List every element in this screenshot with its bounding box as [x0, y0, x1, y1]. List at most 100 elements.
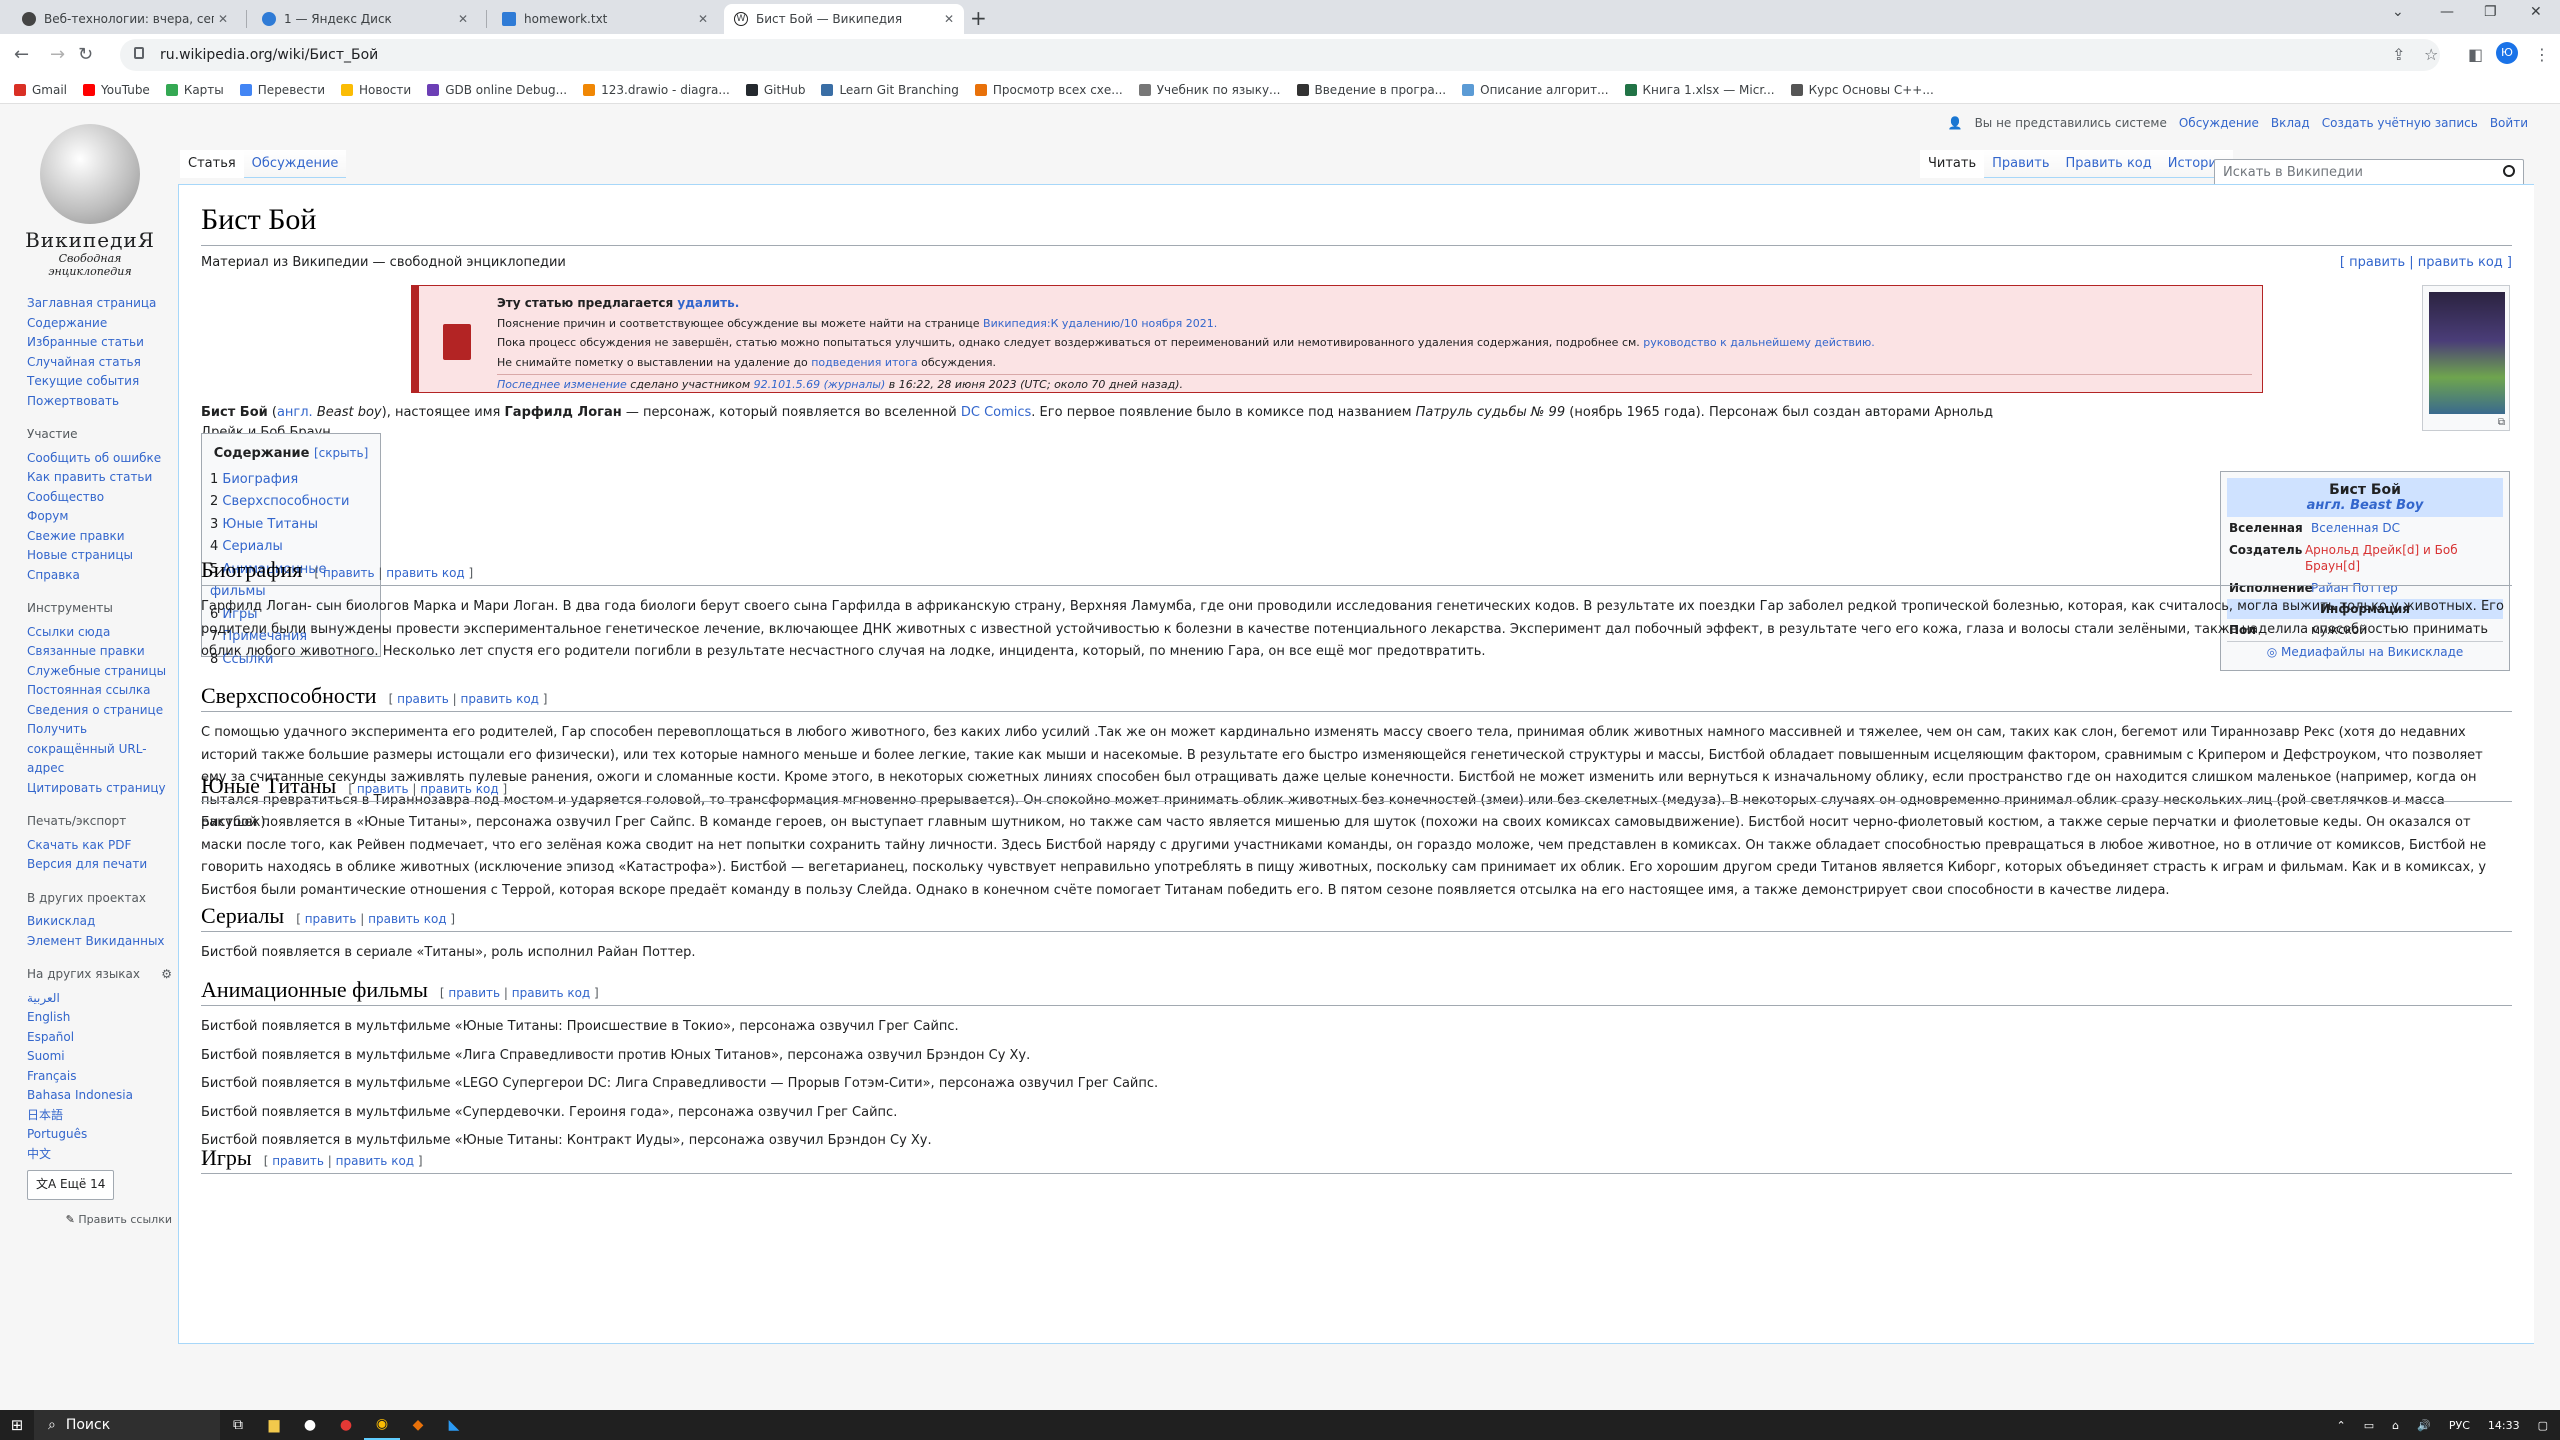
tab-edit[interactable]: Править — [1984, 150, 2058, 178]
bookmark-item[interactable]: GitHub — [745, 83, 805, 97]
reload-icon[interactable]: ↻ — [78, 44, 93, 65]
section-edit-link[interactable]: править — [323, 566, 375, 580]
bookmark-star-icon[interactable]: ☆ — [2424, 45, 2438, 64]
minimize-icon[interactable]: — — [2440, 4, 2454, 20]
toc-item[interactable]: 4 Сериалы — [210, 536, 372, 559]
delete-link[interactable]: удалить. — [677, 296, 739, 310]
browser-tab-active[interactable]: W Бист Бой — Википедия ✕ — [724, 4, 964, 34]
browser-tab[interactable]: 1 — Яндекс Диск ✕ — [252, 4, 478, 34]
sidebar-language-link[interactable]: 日本語 — [27, 1106, 172, 1126]
network-icon[interactable]: ⌂ — [2392, 1419, 2399, 1432]
sidebar-nav-link[interactable]: Заглавная страница — [27, 294, 172, 314]
edit-interlanguage-links[interactable]: Править ссылки — [78, 1213, 172, 1226]
sidebar-project-link[interactable]: Викисклад — [27, 912, 172, 932]
input-language[interactable]: РУС — [2449, 1419, 2470, 1432]
sidebar-language-link[interactable]: Suomi — [27, 1047, 172, 1067]
sidebar-participation-link[interactable]: Форум — [27, 507, 172, 527]
sidebar-print-link[interactable]: Версия для печати — [27, 855, 172, 875]
sidebar-tools-link[interactable]: Получить сокращённый URL-адрес — [27, 720, 172, 779]
sidebar-participation-link[interactable]: Сообщество — [27, 488, 172, 508]
dc-comics-link[interactable]: DC Comics — [961, 405, 1031, 420]
browser-tab[interactable]: Веб-технологии: вчера, сегодня, завтра ✕ — [12, 4, 238, 34]
yandex-icon[interactable]: ● — [328, 1410, 364, 1440]
back-icon[interactable]: ← — [14, 44, 29, 65]
profile-avatar[interactable]: Ю — [2496, 42, 2518, 64]
sidebar-participation-link[interactable]: Свежие правки — [27, 527, 172, 547]
result-link[interactable]: подведения итога — [811, 356, 917, 369]
menu-kebab-icon[interactable]: ⋮ — [2534, 45, 2550, 64]
yandex-browser-icon[interactable]: ● — [292, 1410, 328, 1440]
address-bar[interactable]: ru.wikipedia.org/wiki/Бист_Бой — [120, 39, 2440, 71]
lang-link[interactable]: англ. — [277, 405, 313, 420]
browser-tab[interactable]: homework.txt ✕ — [492, 4, 718, 34]
lock-icon[interactable] — [134, 47, 144, 59]
section-edit-link[interactable]: править — [397, 692, 449, 706]
guide-link[interactable]: руководство к дальнейшему действию. — [1643, 336, 1874, 349]
section-edit-source-link[interactable]: править код — [512, 986, 590, 1000]
bookmark-item[interactable]: Карты — [165, 83, 224, 97]
volume-icon[interactable]: 🔊 — [2417, 1419, 2431, 1432]
side-panel-icon[interactable]: ◧ — [2468, 45, 2483, 64]
bookmark-item[interactable]: Перевести — [239, 83, 325, 97]
sidebar-participation-link[interactable]: Справка — [27, 566, 172, 586]
character-image[interactable]: ⧉ — [2422, 285, 2510, 431]
close-tab-icon[interactable]: ✕ — [218, 12, 228, 26]
app-icon[interactable]: ◆ — [400, 1410, 436, 1440]
bookmark-item[interactable]: Введение в програ... — [1296, 83, 1446, 97]
bookmark-item[interactable]: Учебник по языку... — [1138, 83, 1281, 97]
maximize-icon[interactable]: ❐ — [2484, 4, 2497, 20]
wikipedia-logo[interactable]: ВикипедиЯ Свободная энциклопедия — [20, 124, 160, 278]
section-edit-link[interactable]: править — [448, 986, 500, 1000]
sidebar-language-link[interactable]: العربية — [27, 989, 172, 1009]
chrome-icon[interactable]: ◉ — [364, 1410, 400, 1440]
bookmark-item[interactable]: Learn Git Branching — [821, 83, 959, 97]
toc-item[interactable]: 2 Сверхспособности — [210, 491, 372, 514]
bookmark-item[interactable]: Gmail — [14, 83, 67, 97]
login-link[interactable]: Войти — [2490, 116, 2528, 130]
tray-app-icon[interactable]: ▭ — [2364, 1419, 2374, 1432]
section-edit-link[interactable]: править — [305, 912, 357, 926]
bookmark-item[interactable]: YouTube — [83, 83, 150, 97]
share-icon[interactable]: ⇪ — [2392, 45, 2405, 64]
vscode-icon[interactable]: ◣ — [436, 1410, 472, 1440]
close-window-icon[interactable]: ✕ — [2530, 4, 2542, 20]
toc-item[interactable]: 1 Биография — [210, 469, 372, 492]
sidebar-participation-link[interactable]: Как править статьи — [27, 468, 172, 488]
toc-link[interactable]: Биография — [222, 472, 298, 487]
toc-link[interactable]: Сверхспособности — [222, 494, 349, 509]
toc-hide-toggle[interactable]: [скрыть] — [314, 446, 368, 460]
section-edit-source-link[interactable]: править код — [368, 912, 446, 926]
bookmark-item[interactable]: Описание алгорит... — [1462, 83, 1609, 97]
sidebar-nav-link[interactable]: Содержание — [27, 314, 172, 334]
gear-icon[interactable]: ⚙ — [161, 965, 172, 985]
sidebar-nav-link[interactable]: Текущие события — [27, 372, 172, 392]
toc-item[interactable]: 3 Юные Титаны — [210, 514, 372, 537]
section-edit-source-link[interactable]: править код — [336, 1154, 414, 1168]
sidebar-tools-link[interactable]: Ссылки сюда — [27, 623, 172, 643]
toc-link[interactable]: Юные Титаны — [222, 517, 318, 532]
close-tab-icon[interactable]: ✕ — [458, 12, 468, 26]
clock[interactable]: 14:33 — [2488, 1419, 2520, 1432]
close-tab-icon[interactable]: ✕ — [698, 12, 708, 26]
bookmark-item[interactable]: Новости — [341, 83, 411, 97]
user-link[interactable]: 92.101.5.69 (журналы) — [754, 378, 886, 391]
section-edit-source-link[interactable]: править код — [420, 782, 498, 796]
section-edit-source-link[interactable]: править код — [461, 692, 539, 706]
windows-start-icon[interactable]: ⊞ — [0, 1416, 34, 1434]
task-view-icon[interactable]: ⧉ — [220, 1410, 256, 1440]
sidebar-language-link[interactable]: English — [27, 1008, 172, 1028]
bookmark-item[interactable]: Курс Основы C++... — [1790, 83, 1934, 97]
tab-search-icon[interactable]: ⌄ — [2392, 4, 2404, 20]
bookmark-item[interactable]: Книга 1.xlsx — Micr... — [1624, 83, 1775, 97]
tray-chevron-icon[interactable]: ⌃ — [2337, 1419, 2346, 1432]
forward-icon[interactable]: → — [50, 44, 65, 65]
sidebar-participation-link[interactable]: Сообщить об ошибке — [27, 449, 172, 469]
section-edit-link[interactable]: править — [357, 782, 409, 796]
sidebar-tools-link[interactable]: Постоянная ссылка — [27, 681, 172, 701]
sidebar-nav-link[interactable]: Избранные статьи — [27, 333, 172, 353]
section-edit-link[interactable]: править — [272, 1154, 324, 1168]
tab-article[interactable]: Статья — [180, 150, 244, 178]
enlarge-icon[interactable]: ⧉ — [2498, 417, 2505, 428]
afd-page-link[interactable]: Википедия:К удалению/10 ноября 2021. — [983, 317, 1217, 330]
sidebar-language-link[interactable]: 中文 — [27, 1145, 172, 1165]
